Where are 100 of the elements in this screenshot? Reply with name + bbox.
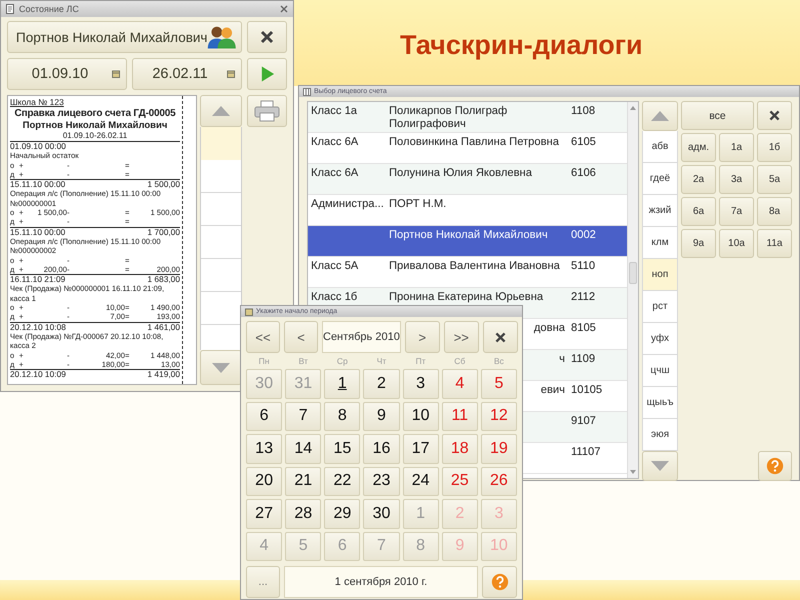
help-button[interactable] bbox=[482, 566, 517, 598]
close-button[interactable] bbox=[482, 321, 518, 353]
close-icon bbox=[494, 330, 507, 344]
report-balance: 1 700,00 bbox=[147, 228, 180, 237]
person-button[interactable]: Портнов Николай Михайлович bbox=[7, 21, 242, 53]
scroll-up-button[interactable] bbox=[642, 101, 678, 131]
scroll-thumb[interactable] bbox=[629, 262, 637, 284]
day-button[interactable]: 21 bbox=[285, 466, 322, 496]
day-button[interactable]: 19 bbox=[480, 434, 517, 464]
list-cell: Класс 1а bbox=[311, 105, 358, 117]
class-button[interactable]: 1а bbox=[719, 133, 754, 162]
day-button[interactable]: 27 bbox=[246, 499, 282, 528]
day-button[interactable]: 15 bbox=[324, 434, 360, 464]
window-title: Состояние ЛС bbox=[19, 4, 80, 14]
print-button[interactable] bbox=[247, 95, 287, 127]
day-button[interactable]: 17 bbox=[402, 434, 439, 464]
list-cell-text: ч bbox=[559, 353, 566, 366]
class-button[interactable]: 2а bbox=[681, 165, 716, 194]
day-button[interactable]: 30 bbox=[363, 499, 400, 528]
calendar-icon bbox=[245, 308, 253, 316]
report-heading: Справка лицевого счета ГД-00005 bbox=[14, 108, 176, 120]
day-button[interactable]: 1 bbox=[324, 369, 360, 398]
scroll-up-button[interactable] bbox=[200, 95, 242, 127]
day-button[interactable]: 25 bbox=[442, 466, 478, 496]
report-school: Школа № 123 bbox=[10, 97, 65, 108]
run-button[interactable] bbox=[247, 58, 287, 90]
class-button[interactable]: 9а bbox=[681, 229, 716, 258]
class-button[interactable]: 6а bbox=[681, 197, 716, 226]
help-button[interactable] bbox=[758, 451, 792, 481]
next-month-button[interactable]: > bbox=[404, 321, 440, 353]
class-button[interactable]: 3а bbox=[719, 165, 754, 194]
all-classes-button[interactable]: все bbox=[681, 101, 754, 130]
scroll-down-button[interactable] bbox=[200, 350, 242, 385]
letter-filter[interactable]: эюя bbox=[642, 419, 678, 451]
day-button[interactable]: 12 bbox=[480, 402, 517, 431]
day-button[interactable]: 7 bbox=[285, 402, 322, 431]
list-row[interactable]: Класс 1а Поликарпов Полиграф Полиграфович 1108 bbox=[308, 102, 627, 133]
class-button[interactable]: 8а bbox=[757, 197, 792, 226]
day-button[interactable]: 18 bbox=[442, 434, 478, 464]
report-datetime: 01.09.10 00:00 bbox=[10, 142, 66, 152]
letter-filter[interactable]: гдеё bbox=[642, 163, 678, 195]
date-to-button[interactable]: 26.02.11 bbox=[132, 58, 242, 90]
day-button[interactable]: 14 bbox=[285, 434, 322, 464]
letter-filter[interactable]: абв bbox=[642, 131, 678, 163]
report-datetime: 15.11.10 00:00 bbox=[10, 180, 66, 190]
weekday-label: Ср bbox=[336, 355, 349, 368]
next-year-button[interactable]: >> bbox=[444, 321, 479, 353]
day-button[interactable]: 2 bbox=[363, 369, 400, 398]
list-row[interactable]: Портнов Николай Михайлович 0002 bbox=[308, 226, 627, 257]
day-button[interactable]: 29 bbox=[324, 499, 360, 528]
day-button[interactable]: 10 bbox=[402, 402, 439, 431]
close-button[interactable] bbox=[247, 21, 287, 53]
close-icon[interactable] bbox=[279, 4, 289, 14]
report-datetime: 20.12.10 10:09 bbox=[10, 370, 66, 380]
letter-filter[interactable]: ноп bbox=[642, 259, 678, 291]
day-button[interactable]: 28 bbox=[285, 499, 322, 528]
day-button[interactable]: 23 bbox=[363, 466, 400, 496]
letter-filter[interactable]: клм bbox=[642, 227, 678, 259]
report-balance: 1 683,00 bbox=[147, 275, 180, 284]
list-cell: Класс 5А bbox=[311, 260, 358, 272]
list-row[interactable]: Класс 6А Полунина Юлия Яковлевна 6106 bbox=[308, 164, 627, 195]
letter-filter[interactable]: жзий bbox=[642, 195, 678, 227]
day-button[interactable]: 5 bbox=[480, 369, 517, 398]
class-button[interactable]: адм. bbox=[681, 133, 716, 162]
list-cell-text: евич bbox=[540, 384, 566, 397]
weekday-label: Вт bbox=[298, 355, 309, 368]
day-button[interactable]: 24 bbox=[402, 466, 439, 496]
day-button[interactable]: 22 bbox=[324, 466, 360, 496]
report-datetime: 16.11.10 21:09 bbox=[10, 275, 66, 284]
day-button[interactable]: 20 bbox=[246, 466, 282, 496]
letter-filter[interactable]: уфх bbox=[642, 323, 678, 355]
previous-month-button[interactable]: < bbox=[284, 321, 318, 353]
close-button[interactable] bbox=[757, 101, 792, 130]
previous-year-button[interactable]: << bbox=[246, 321, 280, 353]
scroll-down-button[interactable] bbox=[642, 451, 678, 481]
scrollbar[interactable] bbox=[627, 102, 638, 478]
date-from-button[interactable]: 01.09.10 bbox=[7, 58, 127, 90]
day-button[interactable]: 11 bbox=[442, 402, 478, 431]
day-button[interactable]: 9 bbox=[363, 402, 400, 431]
class-button[interactable]: 5а bbox=[757, 165, 792, 194]
letter-filter[interactable]: рст bbox=[642, 291, 678, 323]
more-button[interactable]: ... bbox=[246, 566, 280, 598]
day-button[interactable]: 4 bbox=[442, 369, 478, 398]
day-button[interactable]: 13 bbox=[246, 434, 282, 464]
report-balance: 1 500,00 bbox=[147, 180, 180, 190]
up-arrow-icon bbox=[629, 104, 637, 112]
class-button[interactable]: 1б bbox=[757, 133, 792, 162]
day-button[interactable]: 3 bbox=[402, 369, 439, 398]
day-button[interactable]: 16 bbox=[363, 434, 400, 464]
day-button[interactable]: 8 bbox=[324, 402, 360, 431]
class-button[interactable]: 7а bbox=[719, 197, 754, 226]
list-cell: 5110 bbox=[571, 260, 596, 272]
class-button[interactable]: 11а bbox=[757, 229, 792, 258]
letter-filter[interactable]: щыьъ bbox=[642, 387, 678, 419]
list-cell-text: довна bbox=[534, 322, 566, 335]
day-button[interactable]: 6 bbox=[246, 402, 282, 431]
letter-filter[interactable]: цчш bbox=[642, 355, 678, 387]
class-button[interactable]: 10а bbox=[719, 229, 754, 258]
day-button[interactable]: 26 bbox=[480, 466, 517, 496]
list-cell: 2112 bbox=[571, 291, 596, 303]
